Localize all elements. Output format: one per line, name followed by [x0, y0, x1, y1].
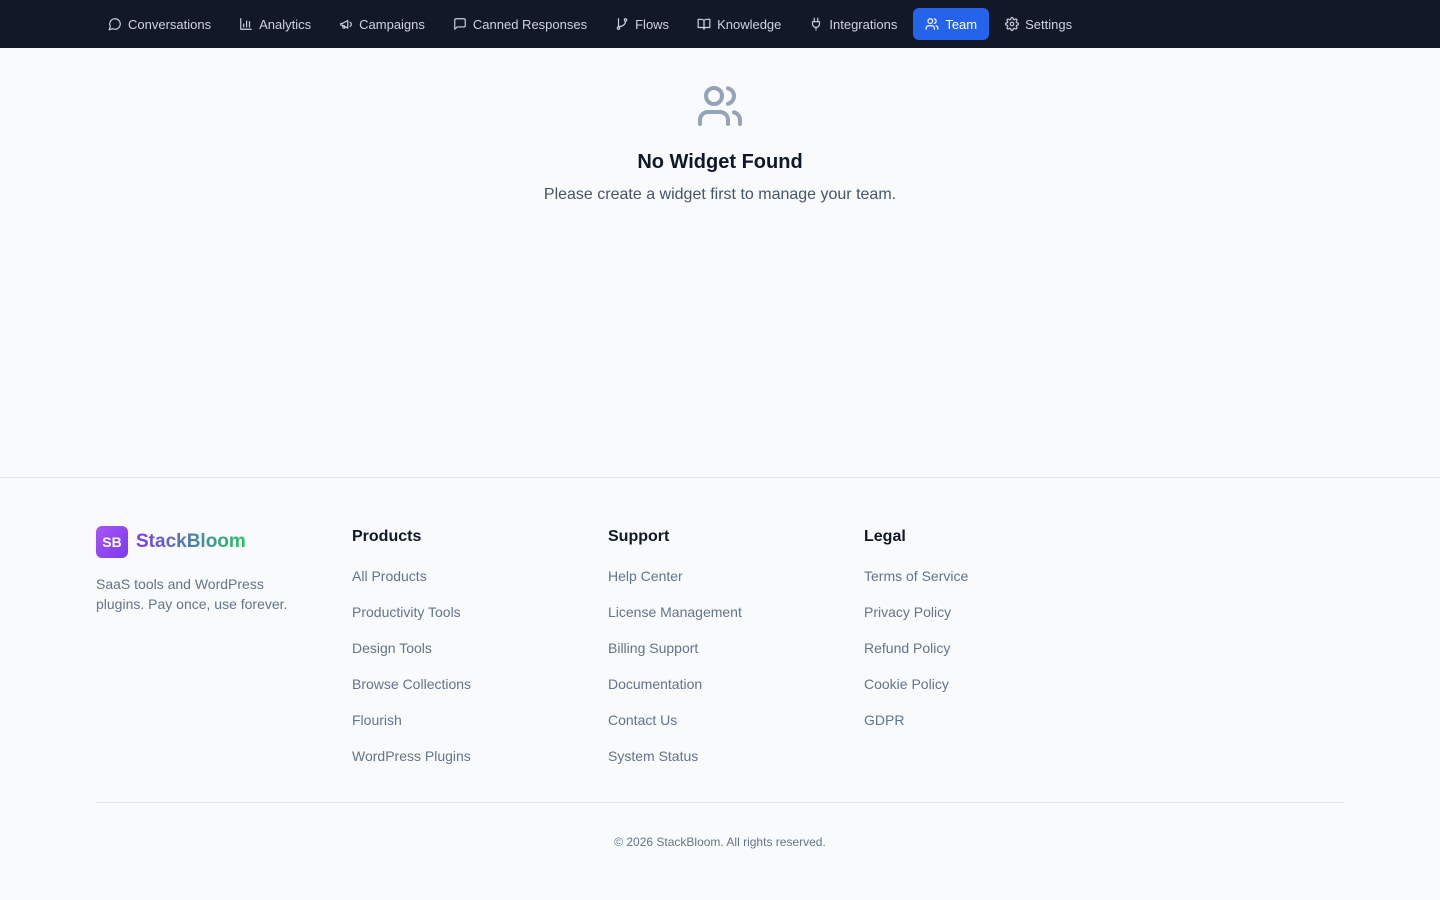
footer-column-title: Products	[352, 528, 422, 545]
nav-item-knowledge[interactable]: Knowledge	[685, 8, 793, 40]
footer-link[interactable]: System Status	[608, 748, 864, 784]
nav-item-campaigns[interactable]: Campaigns	[327, 8, 437, 40]
bar-chart-icon	[240, 18, 252, 30]
nav-item-settings[interactable]: Settings	[993, 8, 1084, 40]
footer-column-title: Support	[608, 528, 670, 545]
nav-item-label: Campaigns	[359, 16, 425, 32]
empty-state-subtitle: Please create a widget first to manage y…	[543, 186, 897, 203]
nav-item-analytics[interactable]: Analytics	[227, 8, 323, 40]
nav-item-label: Settings	[1025, 16, 1073, 32]
users-icon	[925, 18, 939, 30]
footer-link[interactable]: All Products	[352, 568, 608, 604]
brand-logo[interactable]: SB StackBloom	[96, 526, 352, 558]
empty-state: No Widget Found Please create a widget f…	[0, 48, 1440, 478]
megaphone-icon	[340, 19, 352, 29]
empty-state-title: No Widget Found	[637, 151, 803, 173]
nav-item-team[interactable]: Team	[913, 8, 990, 40]
nav-item-label: Canned Responses	[472, 16, 588, 32]
gear-icon	[1005, 17, 1020, 31]
footer-brand: SB StackBloom SaaS tools and WordPress p…	[96, 526, 352, 784]
nav-item-label: Analytics	[259, 16, 312, 32]
footer-link[interactable]: Productivity Tools	[352, 604, 608, 640]
brand-name: StackBloom	[136, 531, 246, 552]
footer-link[interactable]: Privacy Policy	[864, 604, 1120, 640]
footer-link[interactable]: Cookie Policy	[864, 676, 1120, 712]
nav-item-label: Conversations	[128, 16, 212, 32]
top-navigation: Conversations Analytics Campaigns Canned…	[0, 0, 1440, 48]
footer-column-legal: Legal Terms of Service Privacy Policy Re…	[864, 526, 1120, 784]
site-footer: SB StackBloom SaaS tools and WordPress p…	[0, 478, 1440, 849]
plug-icon	[812, 17, 821, 31]
footer-link[interactable]: Help Center	[608, 568, 864, 604]
footer-column-title: Legal	[864, 528, 906, 545]
nav-item-label: Team	[945, 16, 978, 32]
footer-divider	[96, 802, 1344, 803]
footer-link[interactable]: Design Tools	[352, 640, 608, 676]
footer-link[interactable]: Terms of Service	[864, 568, 1120, 604]
footer-link[interactable]: Refund Policy	[864, 640, 1120, 676]
footer-column-products: Products All Products Productivity Tools…	[352, 526, 608, 784]
footer-link[interactable]: Contact Us	[608, 712, 864, 748]
nav-item-label: Flows	[635, 16, 670, 32]
logo-badge: SB	[96, 526, 128, 558]
nav-item-label: Integrations	[829, 16, 898, 32]
message-square-icon	[454, 18, 466, 30]
nav-item-conversations[interactable]: Conversations	[96, 8, 223, 40]
footer-link[interactable]: WordPress Plugins	[352, 748, 608, 784]
nav-item-integrations[interactable]: Integrations	[797, 8, 909, 40]
footer-link[interactable]: Flourish	[352, 712, 608, 748]
brand-tagline: SaaS tools and WordPress plugins. Pay on…	[96, 576, 288, 612]
git-branch-icon	[616, 18, 628, 30]
footer-link[interactable]: Billing Support	[608, 640, 864, 676]
footer-link[interactable]: License Management	[608, 604, 864, 640]
nav-item-flows[interactable]: Flows	[603, 8, 681, 40]
footer-link[interactable]: GDPR	[864, 712, 1120, 748]
nav-item-label: Knowledge	[717, 16, 782, 32]
footer-link[interactable]: Browse Collections	[352, 676, 608, 712]
copyright-text: © 2026 StackBloom. All rights reserved.	[614, 835, 826, 849]
footer-column-support: Support Help Center License Management B…	[608, 526, 864, 784]
book-open-icon	[697, 18, 711, 30]
users-icon	[696, 82, 744, 135]
chat-bubble-icon	[108, 18, 121, 31]
nav-item-canned-responses[interactable]: Canned Responses	[441, 8, 599, 40]
footer-link[interactable]: Documentation	[608, 676, 864, 712]
